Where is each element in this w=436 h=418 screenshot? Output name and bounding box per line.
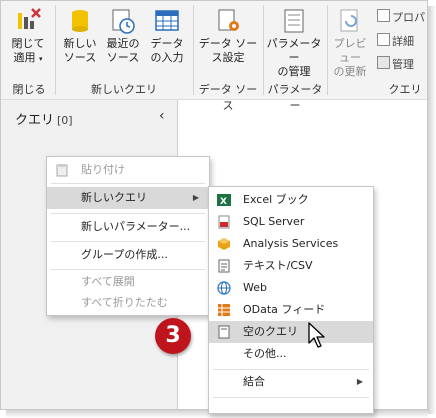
menu-item-create-group[interactable]: グループの作成... xyxy=(47,244,209,266)
chevron-down-icon: ▾ xyxy=(38,55,43,63)
odata-icon xyxy=(217,303,231,317)
submenu-item-sql-server-label: SQL Server xyxy=(243,215,305,228)
menu-item-expand-all[interactable]: すべて展開 xyxy=(47,271,209,293)
refresh-preview-button[interactable]: プレビュー の更新 xyxy=(329,7,371,79)
ribbon-divider xyxy=(193,5,194,95)
database-icon xyxy=(66,7,94,35)
ribbon-divider xyxy=(55,5,56,95)
blank-query-icon xyxy=(217,325,231,339)
group-label-close: 閉じる xyxy=(12,83,46,96)
submenu-item-web-label: Web xyxy=(243,281,267,294)
manage-label: 管理 xyxy=(392,58,414,71)
menu-separator xyxy=(213,397,369,398)
queries-context-menu: 貼り付け 新しいクエリ ▶ 新しいパラメーター... グループの作成... すべ… xyxy=(46,156,210,316)
submenu-item-more-label: その他... xyxy=(243,347,287,360)
close-apply-button[interactable]: 閉じて 適用 ▾ xyxy=(7,7,49,66)
close-apply-icon xyxy=(14,7,42,35)
menu-item-expand-all-label: すべて展開 xyxy=(81,275,135,288)
queries-pane-title-label: クエリ xyxy=(15,113,55,128)
new-query-submenu: X Excel ブック SQL Server Analysis Services… xyxy=(208,186,374,414)
submenu-arrow-icon: ▶ xyxy=(192,193,199,202)
enter-data-label: データ の入力 xyxy=(150,37,184,64)
submenu-item-odata-label: OData フィード xyxy=(243,303,326,316)
advanced-editor-button[interactable]: 詳細 xyxy=(377,33,414,49)
menu-separator xyxy=(51,213,205,214)
web-globe-icon xyxy=(217,281,231,295)
group-label-data-sources: データ ソース xyxy=(198,83,258,112)
parameters-icon xyxy=(280,7,308,35)
properties-button[interactable]: プロパ xyxy=(377,9,425,25)
menu-separator xyxy=(213,369,369,370)
submenu-arrow-icon: ▶ xyxy=(356,377,363,386)
data-source-settings-label: データ ソー ス設定 xyxy=(198,37,258,64)
properties-label: プロパ xyxy=(392,11,425,24)
submenu-item-blank-query-label: 空のクエリ xyxy=(243,325,298,338)
submenu-item-excel[interactable]: X Excel ブック xyxy=(209,189,373,211)
refresh-preview-label: プレビュー の更新 xyxy=(333,37,367,78)
menu-separator xyxy=(51,241,205,242)
data-source-settings-button[interactable]: データ ソー ス設定 xyxy=(197,7,259,65)
menu-item-new-query[interactable]: 新しいクエリ ▶ xyxy=(47,187,209,209)
ribbon-divider xyxy=(327,5,328,95)
menu-item-create-group-label: グループの作成... xyxy=(81,248,168,261)
manage-parameters-label: パラメーター の管理 xyxy=(266,37,322,78)
mouse-pointer-icon xyxy=(308,322,328,353)
query-count: [0] xyxy=(57,114,73,127)
group-label-query: クエリ xyxy=(388,83,422,96)
recent-sources-label: 最近の ソース xyxy=(106,37,140,64)
menu-item-new-parameter-label: 新しいパラメーター... xyxy=(81,220,191,233)
queries-pane-title: クエリ [0] xyxy=(15,109,73,128)
manage-icon xyxy=(377,56,390,69)
svg-text:X: X xyxy=(220,197,227,207)
manage-button[interactable]: 管理 xyxy=(377,56,414,72)
properties-icon xyxy=(377,9,390,22)
menu-item-collapse-all-label: すべて折りたたむ xyxy=(81,296,168,309)
recent-sources-icon xyxy=(109,7,137,35)
step-number-badge: 3 xyxy=(155,318,191,354)
submenu-item-text-csv[interactable]: テキスト/CSV xyxy=(209,255,373,277)
submenu-item-blank-query[interactable]: 空のクエリ xyxy=(209,321,373,343)
submenu-item-more[interactable]: その他... xyxy=(209,343,373,365)
new-source-button[interactable]: 新しい ソース xyxy=(59,7,101,65)
text-csv-icon xyxy=(217,259,231,273)
sql-server-icon xyxy=(217,215,231,229)
menu-item-new-parameter[interactable]: 新しいパラメーター... xyxy=(47,216,209,238)
menu-item-new-query-label: 新しいクエリ xyxy=(81,191,147,204)
submenu-item-analysis-services-label: Analysis Services xyxy=(243,237,339,250)
advanced-editor-label: 詳細 xyxy=(392,35,414,48)
group-label-parameters: パラメーター xyxy=(267,83,323,112)
advanced-editor-icon xyxy=(377,33,390,46)
refresh-icon xyxy=(336,7,364,35)
submenu-item-odata[interactable]: OData フィード xyxy=(209,299,373,321)
paste-icon xyxy=(55,163,69,177)
group-label-new-query: 新しいクエリ xyxy=(91,83,157,96)
submenu-item-analysis-services[interactable]: Analysis Services xyxy=(209,233,373,255)
menu-item-collapse-all[interactable]: すべて折りたたむ xyxy=(47,292,209,314)
new-source-label: 新しい ソース xyxy=(63,37,97,64)
menu-item-paste-label: 貼り付け xyxy=(81,163,125,176)
menu-separator xyxy=(51,183,205,184)
submenu-item-text-csv-label: テキスト/CSV xyxy=(243,259,313,272)
table-icon xyxy=(153,7,181,35)
submenu-item-sql-server[interactable]: SQL Server xyxy=(209,211,373,233)
data-source-settings-icon xyxy=(214,7,242,35)
enter-data-button[interactable]: データ の入力 xyxy=(145,7,189,65)
analysis-services-icon xyxy=(217,237,231,251)
menu-separator xyxy=(51,269,205,270)
submenu-item-excel-label: Excel ブック xyxy=(243,193,309,206)
recent-sources-button[interactable]: 最近の ソース xyxy=(101,7,145,65)
excel-icon: X xyxy=(217,193,231,207)
manage-parameters-button[interactable]: パラメーター の管理 xyxy=(265,7,323,79)
menu-item-paste[interactable]: 貼り付け xyxy=(47,159,209,181)
ribbon: 閉じて 適用 ▾ 閉じる 新しい ソース 最近の ソース データ の入力 新しい… xyxy=(1,1,427,112)
submenu-item-combine-label: 結合 xyxy=(243,375,265,388)
submenu-item-web[interactable]: Web xyxy=(209,277,373,299)
collapse-pane-icon[interactable]: ‹ xyxy=(159,108,165,124)
window-shadow-right xyxy=(428,6,436,414)
submenu-item-combine[interactable]: 結合 ▶ xyxy=(209,371,373,393)
